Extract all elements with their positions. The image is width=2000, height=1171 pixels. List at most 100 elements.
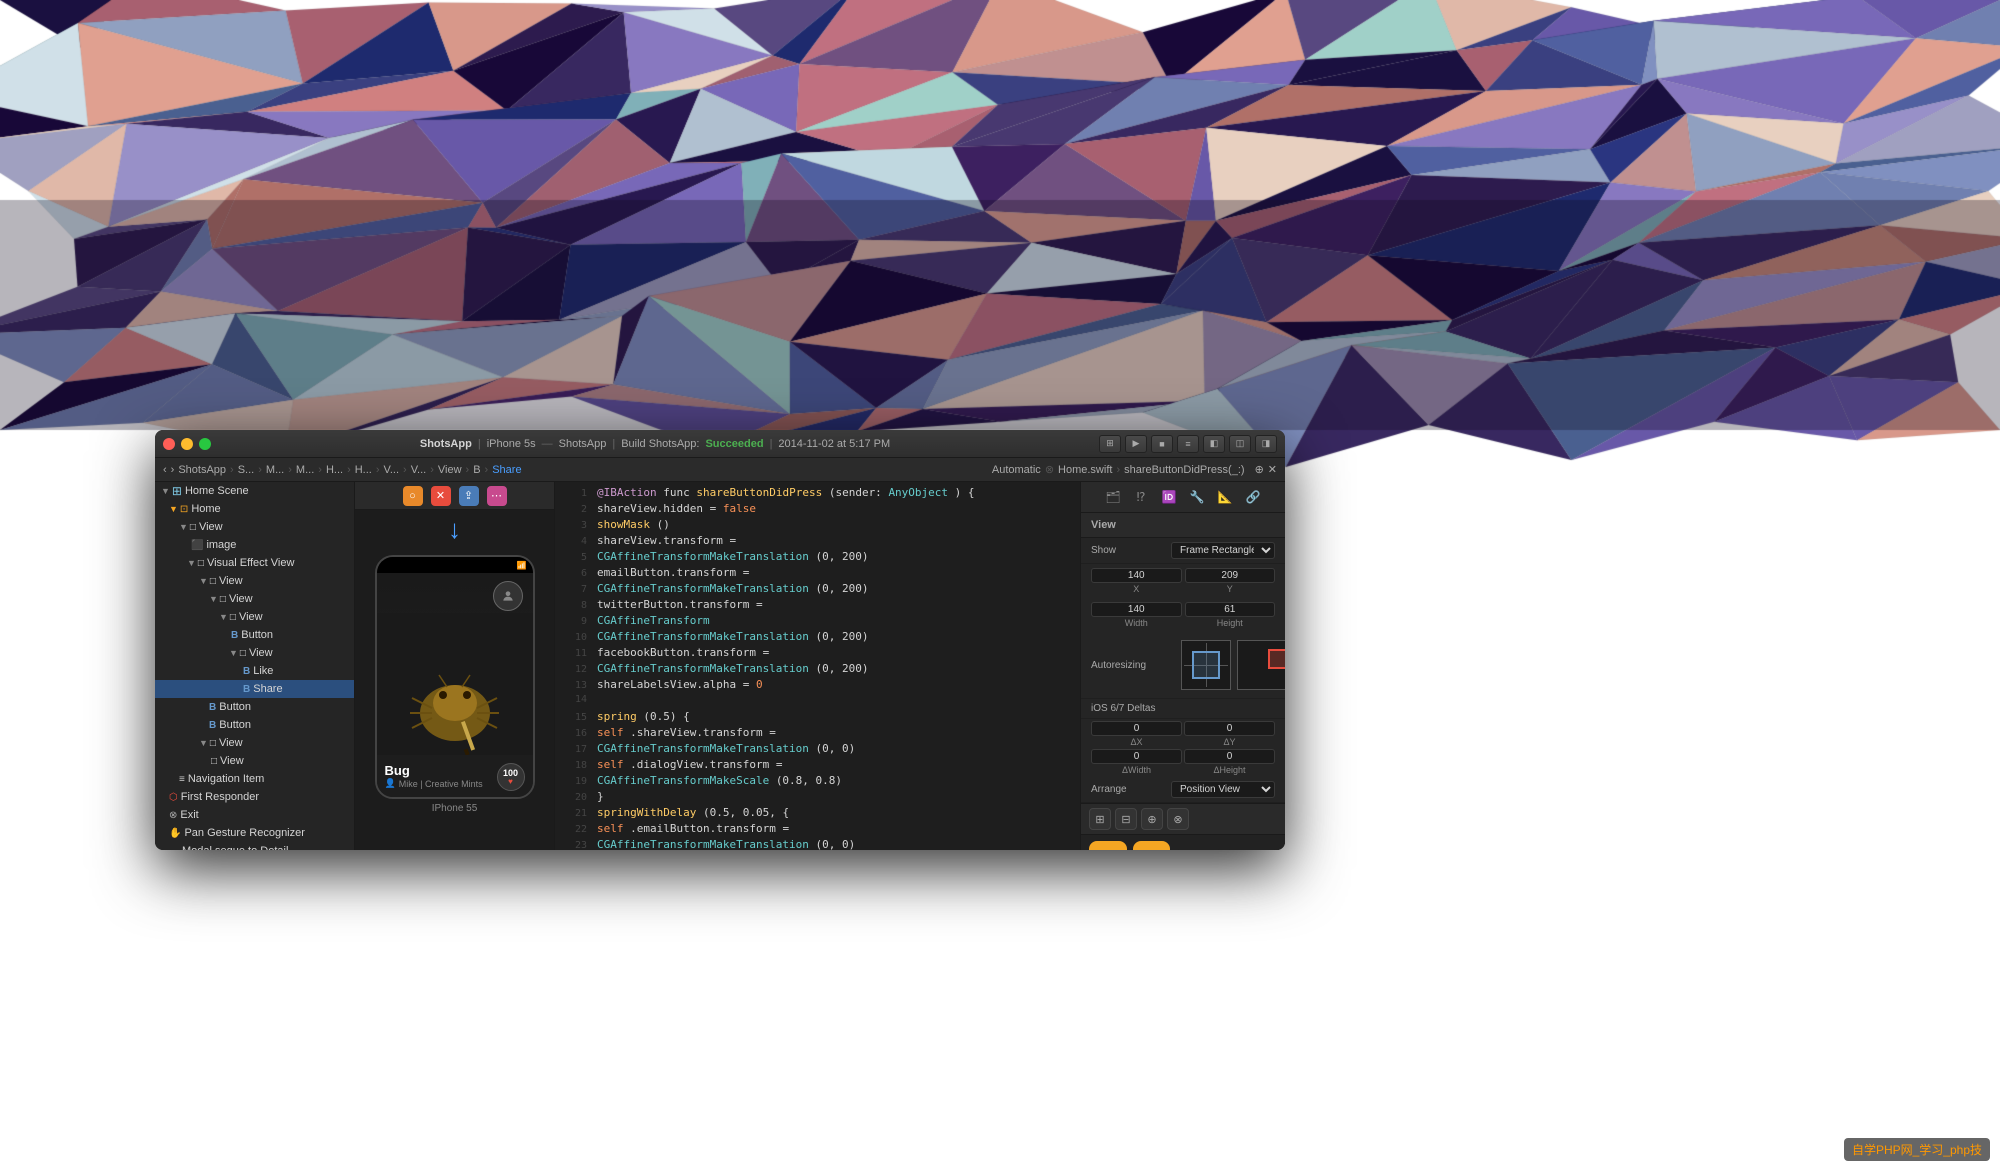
sidebar-item-view7[interactable]: □ View bbox=[155, 752, 354, 770]
code-line-10: 10 CGAffineTransformMakeTranslation (0, … bbox=[555, 630, 1080, 646]
y-label: Y bbox=[1227, 584, 1233, 594]
sidebar-item-share[interactable]: B Share bbox=[155, 680, 354, 698]
automatic-label: Automatic bbox=[992, 464, 1041, 476]
widget-yellow-btn[interactable] bbox=[1089, 841, 1127, 850]
scheme-btn[interactable]: ≡ bbox=[1177, 435, 1199, 453]
sidebar-item-visual-effect-view[interactable]: ▼ □ Visual Effect View bbox=[155, 554, 354, 572]
resize-inner-box bbox=[1192, 651, 1220, 679]
show-select[interactable]: Frame Rectangle bbox=[1171, 542, 1275, 559]
y-field[interactable] bbox=[1185, 568, 1276, 583]
breadcrumb-shotsapp[interactable]: ShotsApp bbox=[178, 464, 226, 476]
sidebar-item-button2[interactable]: B Button bbox=[155, 698, 354, 716]
watermark: 自学PHP网_学习_php技 bbox=[1844, 1138, 1990, 1161]
inspector-tab-quick[interactable]: ⁉ bbox=[1130, 486, 1152, 508]
inspector-tab-file[interactable]: 🗂 bbox=[1102, 486, 1124, 508]
sidebar-item-pan-gesture[interactable]: ✋ Pan Gesture Recognizer bbox=[155, 824, 354, 842]
arrange-select[interactable]: Position View bbox=[1171, 781, 1275, 798]
sidebar-item-modal-segue[interactable]: → Modal segue to Detail bbox=[155, 842, 354, 850]
left-panel-btn[interactable]: ◧ bbox=[1203, 435, 1225, 453]
breadcrumb-h2[interactable]: H... bbox=[355, 464, 372, 476]
code-line-6: 6 emailButton.transform = bbox=[555, 566, 1080, 582]
grid-view-btn[interactable]: ⊞ bbox=[1099, 435, 1121, 453]
xy-coord-grid: X Y bbox=[1081, 564, 1285, 598]
delta-y-field[interactable] bbox=[1184, 721, 1275, 736]
sidebar-item-button3[interactable]: B Button bbox=[155, 716, 354, 734]
inspector-tab-identity[interactable]: 🆔 bbox=[1158, 486, 1180, 508]
user-avatar[interactable] bbox=[493, 581, 523, 611]
delta-x-field[interactable] bbox=[1091, 721, 1182, 736]
breadcrumb-share[interactable]: Share bbox=[492, 464, 521, 476]
inspector-toolbar-btn3[interactable]: ⊕ bbox=[1141, 808, 1163, 830]
center-panel-btn[interactable]: ◫ bbox=[1229, 435, 1251, 453]
height-field[interactable] bbox=[1185, 602, 1276, 617]
breadcrumb-view[interactable]: View bbox=[438, 464, 462, 476]
breadcrumb-v2[interactable]: V... bbox=[411, 464, 427, 476]
breadcrumb-v1[interactable]: V... bbox=[384, 464, 400, 476]
inspector-tab-connections[interactable]: 🔗 bbox=[1242, 486, 1264, 508]
preview-icon-orange[interactable]: ○ bbox=[403, 486, 423, 506]
sidebar-item-view[interactable]: ▼ □ View bbox=[155, 518, 354, 536]
nav-back[interactable]: ‹ bbox=[163, 464, 167, 476]
code-editor[interactable]: 1 @IBAction func shareButtonDidPress (se… bbox=[555, 482, 1080, 850]
code-line-15: 15 spring (0.5) { bbox=[555, 710, 1080, 726]
inspector-toolbar-btn4[interactable]: ⊗ bbox=[1167, 808, 1189, 830]
sidebar-item-view5[interactable]: ▼ □ View bbox=[155, 644, 354, 662]
width-field[interactable] bbox=[1091, 602, 1182, 617]
iphone-screen: Bug 👤 Mike | Creative Mints 100 ♥ bbox=[377, 573, 533, 797]
stop-btn[interactable]: ■ bbox=[1151, 435, 1173, 453]
sidebar-item-like[interactable]: B Like bbox=[155, 662, 354, 680]
delta-h-field[interactable] bbox=[1184, 749, 1275, 764]
sidebar-item-home-scene[interactable]: ▼ ⊞ Home Scene bbox=[155, 482, 354, 500]
preview-icon-menu[interactable]: ⋯ bbox=[487, 486, 507, 506]
x-field[interactable] bbox=[1091, 568, 1182, 583]
method-link[interactable]: shareButtonDidPress(_:) bbox=[1124, 464, 1244, 476]
code-line-9: 9 CGAffineTransform bbox=[555, 614, 1080, 630]
home-swift-file[interactable]: Home.swift bbox=[1058, 464, 1112, 476]
resize-preview bbox=[1237, 640, 1285, 690]
delta-w-field[interactable] bbox=[1091, 749, 1182, 764]
sidebar-item-image[interactable]: ⬛ image bbox=[155, 536, 354, 554]
close-file-btn[interactable]: ✕ bbox=[1268, 463, 1277, 476]
preview-icon-share[interactable]: ⇪ bbox=[459, 486, 479, 506]
close-button[interactable] bbox=[163, 438, 175, 450]
sidebar-item-view4[interactable]: ▼ □ View bbox=[155, 608, 354, 626]
widget-play-btn[interactable] bbox=[1133, 841, 1171, 850]
breadcrumb-h1[interactable]: H... bbox=[326, 464, 343, 476]
nav-forward[interactable]: › bbox=[171, 464, 175, 476]
breadcrumb-s[interactable]: S... bbox=[238, 464, 255, 476]
right-panel-btn[interactable]: ◨ bbox=[1255, 435, 1277, 453]
label-button[interactable]: Label bbox=[1176, 849, 1221, 850]
inspector-tab-size[interactable]: 📐 bbox=[1214, 486, 1236, 508]
toolbar-right: ⊞ ▶ ■ ≡ ◧ ◫ ◨ bbox=[1099, 435, 1277, 453]
delta-y-label: ΔY bbox=[1223, 737, 1235, 747]
window-buttons bbox=[163, 438, 211, 450]
sidebar-item-view6[interactable]: ▼ □ View bbox=[155, 734, 354, 752]
button-button[interactable]: Button bbox=[1227, 849, 1277, 850]
sidebar-item-button[interactable]: B Button bbox=[155, 626, 354, 644]
delta-y-cell: ΔY bbox=[1184, 721, 1275, 747]
device-label: IPhone 55 bbox=[432, 803, 478, 814]
add-btn[interactable]: ⊕ bbox=[1255, 463, 1264, 476]
sidebar-item-exit[interactable]: ⊗ Exit bbox=[155, 806, 354, 824]
maximize-button[interactable] bbox=[199, 438, 211, 450]
inspector-tab-attr[interactable]: 🔧 bbox=[1186, 486, 1208, 508]
sidebar-item-view3[interactable]: ▼ □ View bbox=[155, 590, 354, 608]
sidebar-item-navigation-item[interactable]: ≡ Navigation Item bbox=[155, 770, 354, 788]
sidebar-item-first-responder[interactable]: ⬡ First Responder bbox=[155, 788, 354, 806]
sidebar-item-home[interactable]: ▼ ⊡ Home bbox=[155, 500, 354, 518]
build-label: Build ShotsApp: bbox=[621, 438, 699, 450]
center-area: ○ ✕ ⇪ ⋯ ↓ 📶 bbox=[355, 482, 1080, 850]
width-label: Width bbox=[1125, 618, 1148, 628]
preview-icon-red[interactable]: ✕ bbox=[431, 486, 451, 506]
breadcrumb-m1[interactable]: M... bbox=[266, 464, 284, 476]
breadcrumb-m2[interactable]: M... bbox=[296, 464, 314, 476]
breadcrumb-b[interactable]: B bbox=[473, 464, 480, 476]
code-line-7: 7 CGAffineTransformMakeTranslation (0, 2… bbox=[555, 582, 1080, 598]
play-btn[interactable]: ▶ bbox=[1125, 435, 1147, 453]
inspector-toolbar-btn2[interactable]: ⊟ bbox=[1115, 808, 1137, 830]
autoresizing-label: Autoresizing bbox=[1091, 660, 1171, 671]
sidebar-item-view2[interactable]: ▼ □ View bbox=[155, 572, 354, 590]
inspector-toolbar-btn1[interactable]: ⊞ bbox=[1089, 808, 1111, 830]
code-line-16: 16 self .shareView.transform = bbox=[555, 726, 1080, 742]
minimize-button[interactable] bbox=[181, 438, 193, 450]
